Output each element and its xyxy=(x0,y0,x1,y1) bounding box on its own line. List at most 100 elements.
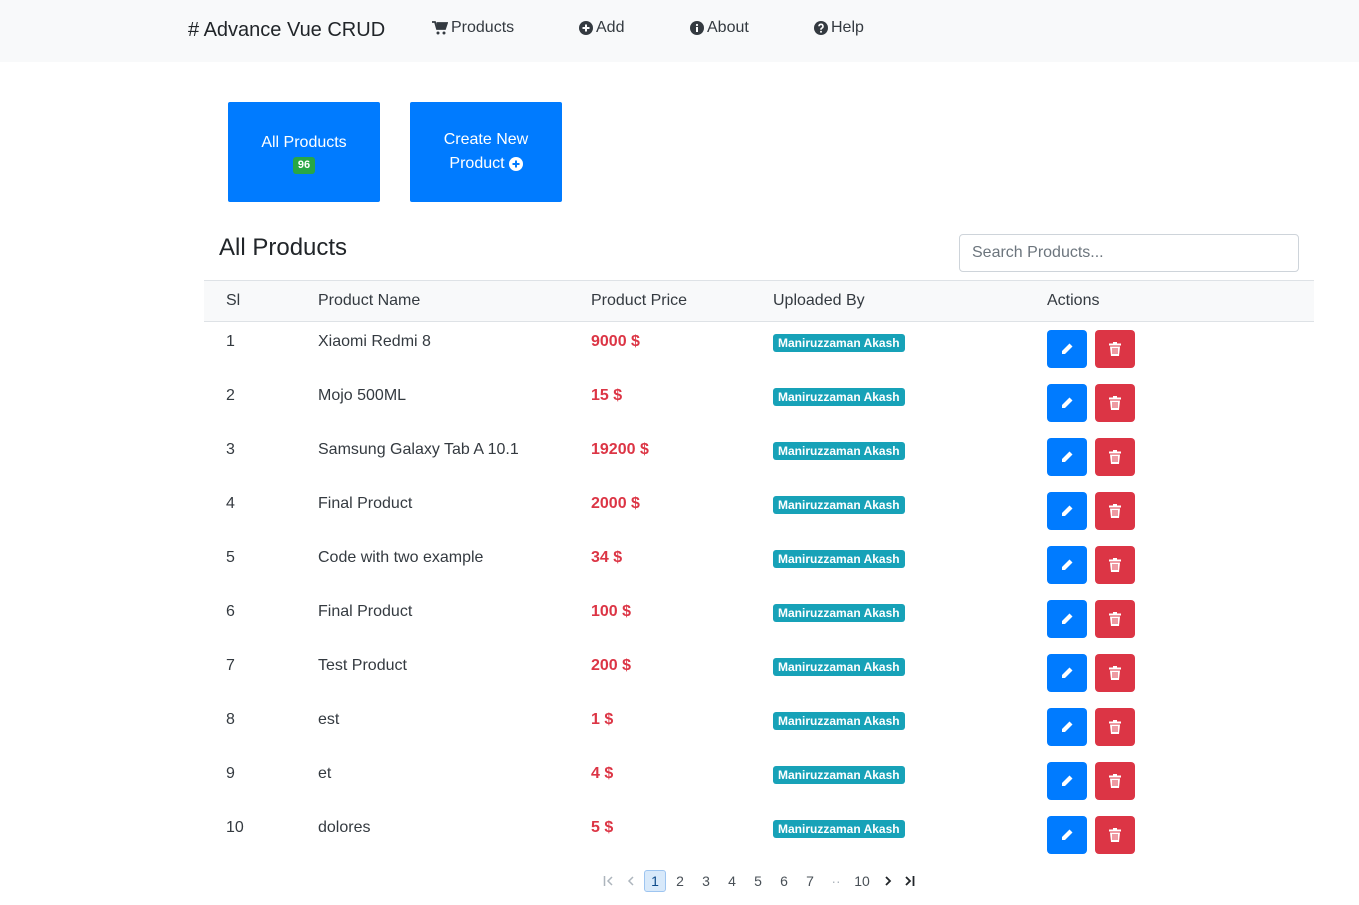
row-product-name: Mojo 500ML xyxy=(318,387,407,404)
row-product-price: 2000 $ xyxy=(591,495,640,512)
plus-circle-icon xyxy=(579,21,593,35)
pencil-icon xyxy=(1062,343,1073,354)
row-sl: 8 xyxy=(226,711,235,728)
edit-button[interactable] xyxy=(1047,546,1087,584)
delete-button[interactable] xyxy=(1095,384,1135,422)
page-6-button[interactable]: 6 xyxy=(773,870,795,892)
page-ellipsis: ·· xyxy=(831,873,841,889)
uploader-badge: Maniruzzaman Akash xyxy=(773,334,905,352)
last-page-button[interactable] xyxy=(898,870,920,892)
nav-about[interactable]: About xyxy=(690,19,749,37)
page-3-button[interactable]: 3 xyxy=(695,870,717,892)
trash-icon xyxy=(1109,774,1121,788)
trash-icon xyxy=(1109,666,1121,680)
row-product-name: Code with two example xyxy=(318,549,484,566)
edit-button[interactable] xyxy=(1047,816,1087,854)
next-page-button[interactable] xyxy=(877,870,899,892)
row-sl: 1 xyxy=(226,333,235,350)
header-product-price: Product Price xyxy=(591,292,688,309)
pencil-icon xyxy=(1062,721,1073,732)
question-circle-icon xyxy=(814,21,828,35)
row-product-name: Xiaomi Redmi 8 xyxy=(318,333,431,350)
delete-button[interactable] xyxy=(1095,762,1135,800)
row-product-price: 9000 $ xyxy=(591,333,640,350)
table-header: Sl Product Name Product Price Uploaded B… xyxy=(204,280,1314,322)
edit-button[interactable] xyxy=(1047,600,1087,638)
delete-button[interactable] xyxy=(1095,492,1135,530)
row-product-name: Test Product xyxy=(318,657,407,674)
uploader-badge: Maniruzzaman Akash xyxy=(773,496,905,514)
edit-button[interactable] xyxy=(1047,492,1087,530)
header-sl: Sl xyxy=(226,292,241,309)
uploader-badge: Maniruzzaman Akash xyxy=(773,658,905,676)
page-7-button[interactable]: 7 xyxy=(799,870,821,892)
uploader-badge: Maniruzzaman Akash xyxy=(773,820,905,838)
table-row: 5 Code with two example 34 $ Maniruzzama… xyxy=(204,538,1314,592)
header-product-name: Product Name xyxy=(318,292,421,309)
first-page-button[interactable] xyxy=(598,870,620,892)
row-product-price: 19200 $ xyxy=(591,441,649,458)
first-page-icon xyxy=(603,876,613,886)
cart-icon xyxy=(432,21,448,35)
delete-button[interactable] xyxy=(1095,546,1135,584)
edit-button[interactable] xyxy=(1047,438,1087,476)
table-row: 9 et 4 $ Maniruzzaman Akash xyxy=(204,754,1314,808)
delete-button[interactable] xyxy=(1095,438,1135,476)
delete-button[interactable] xyxy=(1095,816,1135,854)
delete-button[interactable] xyxy=(1095,600,1135,638)
pencil-icon xyxy=(1062,397,1073,408)
table-row: 7 Test Product 200 $ Maniruzzaman Akash xyxy=(204,646,1314,700)
table-row: 4 Final Product 2000 $ Maniruzzaman Akas… xyxy=(204,484,1314,538)
trash-icon xyxy=(1109,504,1121,518)
row-sl: 7 xyxy=(226,657,235,674)
row-sl: 2 xyxy=(226,387,235,404)
pencil-icon xyxy=(1062,505,1073,516)
page-1-button[interactable]: 1 xyxy=(644,870,666,892)
product-count-badge: 96 xyxy=(292,156,316,174)
table-row: 10 dolores 5 $ Maniruzzaman Akash xyxy=(204,808,1314,862)
table-row: 2 Mojo 500ML 15 $ Maniruzzaman Akash xyxy=(204,376,1314,430)
row-product-name: et xyxy=(318,765,332,782)
next-page-icon xyxy=(885,876,892,886)
prev-page-button[interactable] xyxy=(620,870,642,892)
create-new-line1: Create New xyxy=(443,131,529,148)
row-product-price: 200 $ xyxy=(591,657,632,674)
delete-button[interactable] xyxy=(1095,330,1135,368)
nav-add[interactable]: Add xyxy=(579,19,624,37)
nav-help[interactable]: Help xyxy=(814,19,864,37)
prev-page-icon xyxy=(627,876,634,886)
edit-button[interactable] xyxy=(1047,762,1087,800)
row-sl: 9 xyxy=(226,765,235,782)
create-new-product-button[interactable]: Create New Product xyxy=(410,102,562,202)
all-products-button[interactable]: All Products 96 xyxy=(228,102,380,202)
brand-link[interactable]: # Advance Vue CRUD xyxy=(188,19,385,42)
all-products-button-label: All Products xyxy=(261,133,347,151)
row-product-price: 5 $ xyxy=(591,819,614,836)
pencil-icon xyxy=(1062,829,1073,840)
row-product-price: 100 $ xyxy=(591,603,632,620)
uploader-badge: Maniruzzaman Akash xyxy=(773,766,905,784)
trash-icon xyxy=(1109,396,1121,410)
page-title: All Products xyxy=(219,234,348,261)
nav-products[interactable]: Products xyxy=(432,19,514,37)
edit-button[interactable] xyxy=(1047,330,1087,368)
trash-icon xyxy=(1109,612,1121,626)
search-input[interactable] xyxy=(959,234,1299,272)
page-4-button[interactable]: 4 xyxy=(721,870,743,892)
plus-circle-icon xyxy=(508,157,523,171)
edit-button[interactable] xyxy=(1047,708,1087,746)
row-product-price: 34 $ xyxy=(591,549,623,566)
page-5-button[interactable]: 5 xyxy=(747,870,769,892)
edit-button[interactable] xyxy=(1047,384,1087,422)
row-product-price: 1 $ xyxy=(591,711,614,728)
page-10-button[interactable]: 10 xyxy=(851,870,873,892)
row-sl: 4 xyxy=(226,495,235,512)
nav-add-label: Add xyxy=(596,19,625,36)
delete-button[interactable] xyxy=(1095,708,1135,746)
trash-icon xyxy=(1109,342,1121,356)
delete-button[interactable] xyxy=(1095,654,1135,692)
page-2-button[interactable]: 2 xyxy=(669,870,691,892)
last-page-icon xyxy=(905,876,915,886)
edit-button[interactable] xyxy=(1047,654,1087,692)
table-row: 3 Samsung Galaxy Tab A 10.1 19200 $ Mani… xyxy=(204,430,1314,484)
